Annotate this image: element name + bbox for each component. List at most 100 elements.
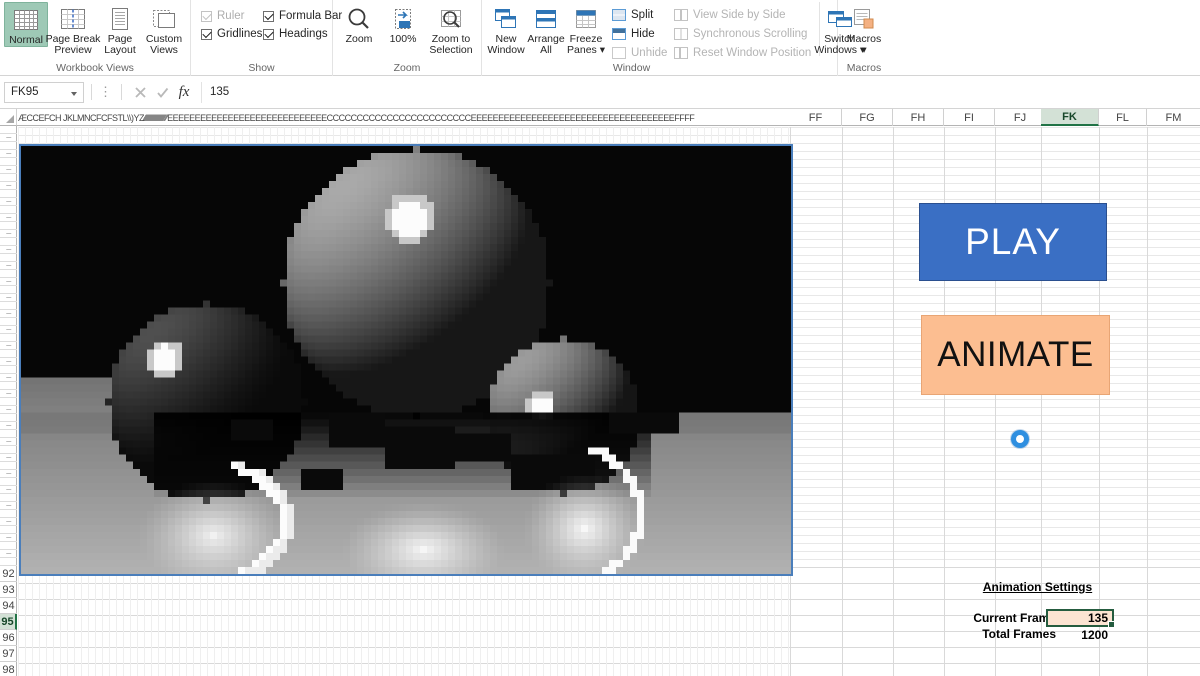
zoom-to-selection-button[interactable]: Zoom to Selection — [425, 2, 477, 56]
column-header-FL[interactable]: FL — [1099, 109, 1147, 126]
row-header-compressed[interactable] — [0, 510, 17, 518]
zoom-100-button[interactable]: 100% — [381, 2, 425, 45]
page-break-preview-button[interactable]: Page Break Preview — [46, 2, 100, 56]
row-header-compressed[interactable]: — — [0, 550, 17, 558]
row-header-93[interactable]: 93 — [0, 582, 17, 598]
row-header-compressed[interactable] — [0, 222, 17, 230]
play-button[interactable]: PLAY — [919, 203, 1107, 281]
column-header-FK[interactable]: FK — [1041, 109, 1099, 126]
row-header-compressed[interactable]: — — [0, 406, 17, 414]
row-header-compressed[interactable]: — — [0, 182, 17, 190]
reset-window-position-button[interactable]: Reset Window Position — [674, 47, 811, 59]
row-header-compressed[interactable]: — — [0, 470, 17, 478]
freeze-panes-button[interactable]: Freeze Panes ▾ — [566, 2, 606, 56]
checkbox-gridlines[interactable]: Gridlines — [201, 28, 262, 40]
row-header-compressed[interactable]: — — [0, 150, 17, 158]
synchronous-scrolling-button[interactable]: Synchronous Scrolling — [674, 28, 811, 40]
row-header-compressed[interactable]: — — [0, 166, 17, 174]
name-box[interactable]: FK95 — [4, 81, 84, 103]
row-header-compressed[interactable]: — — [0, 262, 17, 270]
row-header-95[interactable]: 95 — [0, 614, 17, 630]
page-layout-button[interactable]: Page Layout — [98, 2, 142, 56]
row-header-compressed[interactable] — [0, 542, 17, 550]
row-header-compressed[interactable]: — — [0, 534, 17, 542]
row-header-compressed[interactable]: — — [0, 438, 17, 446]
row-header-compressed[interactable] — [0, 318, 17, 326]
column-headers-compressed[interactable]: ÆCCEFCH JKLMNCFCFSTL\\)YZ⁄⁄⁄⁄⁄⁄⁄⁄⁄⁄⁄⁄⁄⁄⁄… — [18, 109, 790, 126]
confirm-check-icon[interactable] — [151, 82, 173, 103]
row-header-compressed[interactable]: — — [0, 342, 17, 350]
column-header-FF[interactable]: FF — [790, 109, 842, 126]
row-header-compressed[interactable]: — — [0, 374, 17, 382]
row-header-compressed[interactable] — [0, 430, 17, 438]
row-header-compressed[interactable] — [0, 366, 17, 374]
row-header-compressed[interactable] — [0, 142, 17, 150]
arrange-all-button[interactable]: Arrange All — [526, 2, 566, 56]
insert-function-fx-icon[interactable]: fx — [173, 82, 195, 103]
row-header-compressed[interactable]: — — [0, 486, 17, 494]
row-header-98[interactable]: 98 — [0, 662, 17, 676]
row-header-compressed[interactable] — [0, 446, 17, 454]
custom-views-button[interactable]: Custom Views — [142, 2, 186, 56]
row-header-compressed[interactable] — [0, 462, 17, 470]
row-header-compressed[interactable]: — — [0, 294, 17, 302]
row-header-compressed[interactable]: — — [0, 422, 17, 430]
row-header-compressed[interactable]: — — [0, 214, 17, 222]
row-header-compressed[interactable]: — — [0, 358, 17, 366]
row-header-compressed[interactable]: — — [0, 230, 17, 238]
row-header-compressed[interactable]: — — [0, 246, 17, 254]
row-header-compressed[interactable]: — — [0, 326, 17, 334]
formula-input[interactable]: 135 — [201, 81, 1194, 103]
raytraced-render-image[interactable] — [19, 144, 793, 576]
row-header-compressed[interactable] — [0, 478, 17, 486]
row-header-compressed[interactable] — [0, 174, 17, 182]
column-header-FG[interactable]: FG — [842, 109, 893, 126]
row-header-compressed[interactable] — [0, 158, 17, 166]
checkbox-formula-bar[interactable]: Formula Bar — [263, 10, 342, 22]
checkbox-headings[interactable]: Headings — [263, 28, 329, 40]
row-header-compressed[interactable] — [0, 414, 17, 422]
new-window-button[interactable]: New Window — [486, 2, 526, 56]
row-header-compressed[interactable]: — — [0, 198, 17, 206]
row-header-compressed[interactable] — [0, 558, 17, 566]
row-header-compressed[interactable] — [0, 382, 17, 390]
chevron-down-icon[interactable] — [71, 91, 77, 96]
row-header-97[interactable]: 97 — [0, 646, 17, 662]
view-side-by-side-button[interactable]: View Side by Side — [674, 9, 811, 21]
total-frames-cell[interactable]: 1200 — [1046, 627, 1112, 643]
row-header-compressed[interactable] — [0, 334, 17, 342]
unhide-button[interactable]: Unhide — [612, 47, 667, 59]
animate-button[interactable]: ANIMATE — [921, 315, 1110, 395]
hide-button[interactable]: Hide — [612, 28, 664, 40]
current-frame-cell[interactable]: 135 — [1046, 609, 1115, 628]
row-header-compressed[interactable]: — — [0, 454, 17, 462]
row-header-compressed[interactable] — [0, 190, 17, 198]
select-all-corner[interactable] — [0, 109, 17, 126]
checkbox-ruler[interactable]: Ruler — [201, 10, 251, 22]
row-header-compressed[interactable] — [0, 206, 17, 214]
column-header-FI[interactable]: FI — [944, 109, 995, 126]
row-header-compressed[interactable] — [0, 270, 17, 278]
zoom-button[interactable]: Zoom — [337, 2, 381, 45]
row-header-compressed[interactable] — [0, 126, 17, 134]
normal-view-button[interactable]: Normal — [4, 2, 48, 47]
cancel-icon[interactable] — [129, 82, 151, 103]
row-header-compressed[interactable] — [0, 238, 17, 246]
row-header-compressed[interactable]: — — [0, 278, 17, 286]
row-header-compressed[interactable]: — — [0, 502, 17, 510]
row-header-96[interactable]: 96 — [0, 630, 17, 646]
row-header-compressed[interactable] — [0, 302, 17, 310]
macros-button[interactable]: Macros ▾ — [842, 2, 886, 56]
column-header-FH[interactable]: FH — [893, 109, 944, 126]
row-header-compressed[interactable]: — — [0, 518, 17, 526]
row-header-compressed[interactable] — [0, 350, 17, 358]
split-button[interactable]: Split — [612, 9, 664, 21]
row-header-92[interactable]: 92 — [0, 566, 17, 582]
row-header-compressed[interactable] — [0, 398, 17, 406]
column-header-FM[interactable]: FM — [1147, 109, 1200, 126]
row-header-compressed[interactable]: — — [0, 390, 17, 398]
row-header-94[interactable]: 94 — [0, 598, 17, 614]
row-header-compressed[interactable]: — — [0, 310, 17, 318]
row-header-compressed[interactable] — [0, 494, 17, 502]
row-header-compressed[interactable] — [0, 526, 17, 534]
